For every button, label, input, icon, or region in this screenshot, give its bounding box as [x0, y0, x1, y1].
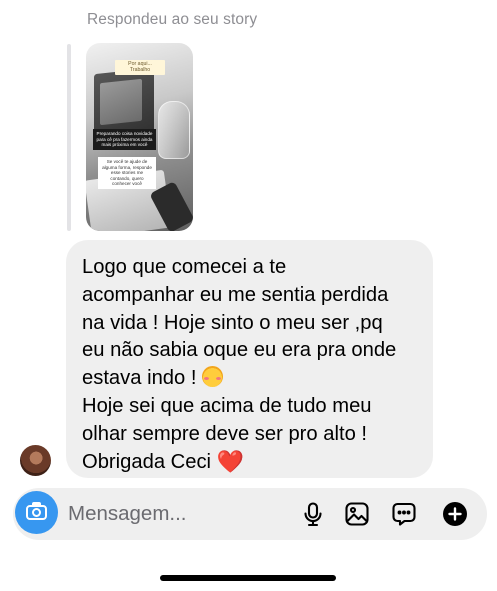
laptop-screen-shape [100, 78, 142, 126]
message-line: acompanhar eu me sentia perdida [82, 283, 389, 306]
message-line: na vida ! Hoje sinto o meu ser ,pq [82, 311, 383, 334]
home-indicator[interactable] [160, 575, 336, 581]
glass-shape [158, 101, 190, 159]
story-sticker-middle: Preparando coisa novidade para cê pra fa… [93, 129, 156, 150]
gallery-icon[interactable] [344, 501, 370, 527]
red-heart-icon: ❤️ [216, 449, 245, 475]
message-line-with-emoji: estava indo ! [82, 365, 417, 393]
message-line: Logo que comecei a te [82, 256, 287, 278]
avatar[interactable] [20, 445, 51, 476]
plus-icon[interactable] [442, 501, 468, 527]
reply-label: Respondeu ao seu story [87, 11, 258, 28]
message-line-text: Obrigada Ceci [82, 450, 212, 473]
message-line-with-emoji: Obrigada Ceci ❤️ [82, 449, 417, 477]
smiling-face-with-hearts-icon [202, 366, 224, 388]
message-line: Hoje sei que acima de tudo meu [82, 394, 372, 417]
story-thumbnail[interactable]: Por aqui... Trabalho Preparando coisa no… [86, 43, 193, 231]
message-bubble[interactable]: Logo que comecei a te acompanhar eu me s… [66, 240, 433, 478]
quote-bar [67, 44, 71, 231]
message-composer [13, 488, 487, 540]
message-line: eu não sabia oque eu era pra onde [82, 339, 397, 362]
story-sticker-bottom: Se você te ajude de alguma forma, respon… [98, 157, 156, 189]
message-line-text: estava indo ! [82, 367, 197, 390]
camera-button[interactable] [15, 491, 58, 534]
message-input[interactable] [68, 501, 278, 527]
sticker-icon[interactable] [391, 501, 417, 527]
microphone-icon[interactable] [300, 501, 326, 527]
story-sticker-title: Por aqui... Trabalho [115, 60, 165, 76]
message-line: olhar sempre deve ser pro alto ! [82, 422, 368, 445]
